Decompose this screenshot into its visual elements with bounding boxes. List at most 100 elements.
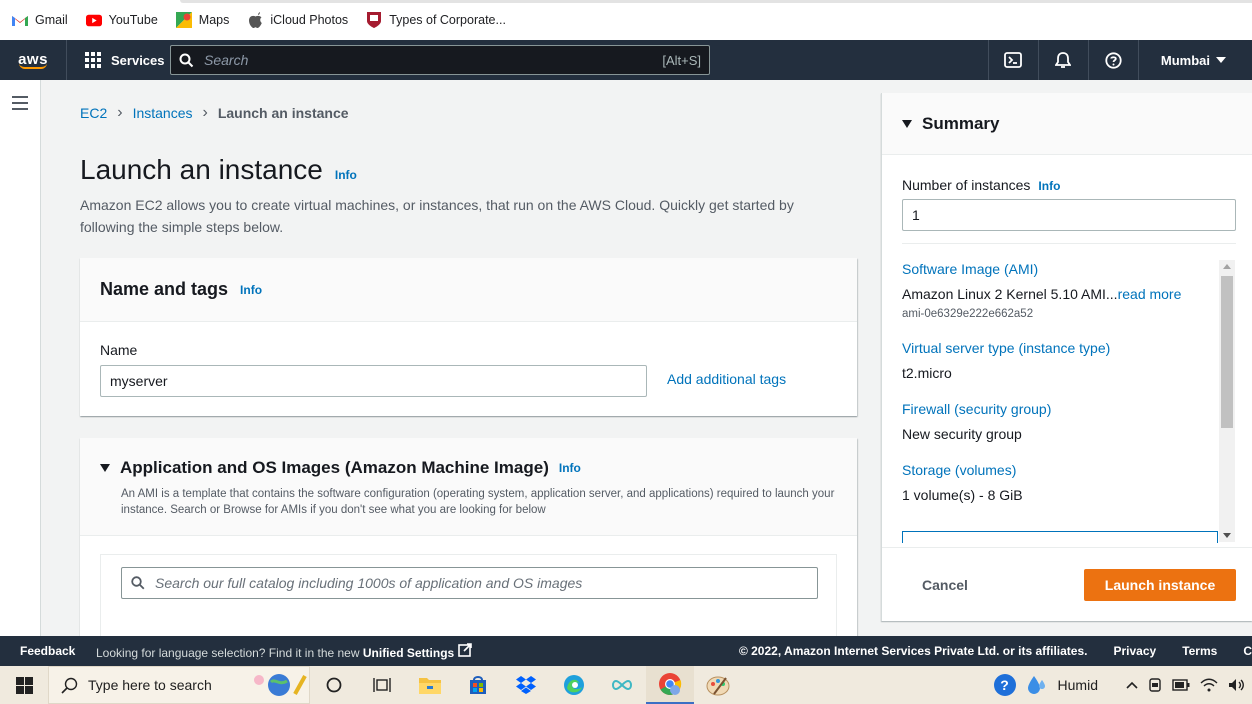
summary-key-storage[interactable]: Storage (volumes) [902, 462, 1220, 478]
aws-smile-icon [19, 63, 47, 69]
name-label: Name [100, 342, 138, 358]
help-tray-icon[interactable]: ? [993, 674, 1016, 696]
unified-settings-link[interactable]: Unified Settings [363, 646, 454, 660]
search-icon [131, 576, 145, 590]
chevron-up-icon[interactable] [1126, 681, 1138, 689]
summary-header[interactable]: Summary [882, 93, 1252, 155]
services-menu-button[interactable]: Services [66, 40, 165, 80]
bookmark-gmail[interactable]: Gmail [12, 12, 68, 28]
name-input[interactable]: myserver [100, 365, 647, 397]
name-and-tags-panel: Name and tags Info Name myserver Add add… [80, 258, 857, 416]
page-info-link[interactable]: Info [335, 168, 357, 182]
name-tags-info-link[interactable]: Info [240, 283, 262, 297]
infinity-app-button[interactable] [598, 666, 646, 704]
battery-icon[interactable] [1172, 679, 1190, 691]
taskbar-search[interactable]: Type here to search [48, 666, 310, 704]
search-highlight-icon [249, 672, 309, 698]
cloudshell-button[interactable] [987, 40, 1038, 80]
cloudshell-icon [1004, 52, 1023, 68]
summary-value-firewall: New security group [902, 426, 1022, 442]
bookmark-label: YouTube [108, 13, 158, 27]
volume-icon[interactable] [1228, 678, 1246, 692]
scroll-down-icon[interactable] [1223, 533, 1231, 538]
ami-info-link[interactable]: Info [559, 461, 581, 475]
summary-list: Software Image (AMI) Amazon Linux 2 Kern… [902, 261, 1220, 523]
ami-name: Amazon Linux 2 Kernel 5.10 AMI... [902, 286, 1118, 302]
region-selector[interactable]: Mumbai [1137, 40, 1252, 80]
bookmark-youtube[interactable]: YouTube [85, 12, 158, 28]
gmail-icon [12, 12, 28, 28]
collapse-caret-icon[interactable] [100, 464, 110, 472]
launch-instance-button[interactable]: Launch instance [1084, 569, 1236, 601]
page-title: Launch an instance [80, 154, 323, 185]
chrome-button[interactable] [646, 666, 694, 704]
number-of-instances-input[interactable]: 1 [902, 199, 1236, 231]
side-navigation-rail [0, 80, 41, 636]
scroll-up-icon[interactable] [1223, 264, 1231, 269]
task-view-icon-button[interactable] [358, 666, 406, 704]
paint-button[interactable] [694, 666, 742, 704]
breadcrumb: EC2 › Instances › Launch an instance [80, 104, 349, 122]
global-search-input[interactable]: Search [Alt+S] [170, 45, 710, 75]
aws-logo[interactable]: aws [0, 40, 66, 80]
summary-item-firewall: Firewall (security group) New security g… [902, 401, 1220, 442]
collapse-caret-icon[interactable] [902, 119, 912, 128]
maps-icon [175, 12, 192, 28]
bookmark-maps[interactable]: Maps [175, 12, 229, 28]
folder-icon [419, 678, 441, 694]
store-button[interactable] [454, 666, 502, 704]
dropbox-button[interactable] [502, 666, 550, 704]
add-additional-tags-link[interactable]: Add additional tags [667, 371, 786, 387]
privacy-link[interactable]: Privacy [1113, 644, 1156, 658]
task-view-button[interactable] [310, 666, 358, 704]
footer-right: © 2022, Amazon Internet Services Private… [739, 644, 1252, 658]
caret-down-icon [1216, 57, 1226, 63]
chevron-right-icon: › [117, 104, 123, 121]
youtube-icon [85, 12, 102, 28]
nav-right-group: Mumbai [987, 40, 1252, 80]
breadcrumb-ec2[interactable]: EC2 [80, 105, 107, 121]
page-header: Launch an instance Info [80, 154, 357, 186]
ami-search-placeholder: Search our full catalog including 1000s … [155, 575, 583, 591]
summary-panel: Summary Number of instances Info 1 Softw… [881, 93, 1252, 621]
console-footer: Feedback Looking for language selection?… [0, 636, 1252, 666]
number-of-instances-label: Number of instances Info [902, 177, 1060, 193]
device-icon[interactable] [1148, 677, 1162, 693]
summary-key-instance-type[interactable]: Virtual server type (instance type) [902, 340, 1220, 356]
terms-link[interactable]: Terms [1182, 644, 1217, 658]
scroll-thumb[interactable] [1221, 276, 1233, 428]
breadcrumb-instances[interactable]: Instances [133, 105, 193, 121]
wifi-icon[interactable] [1200, 678, 1218, 692]
feedback-link[interactable]: Feedback [0, 644, 96, 658]
start-button[interactable] [0, 666, 48, 704]
search-icon [179, 53, 194, 67]
ami-panel: Application and OS Images (Amazon Machin… [80, 438, 857, 654]
taskbar-search-placeholder: Type here to search [88, 677, 212, 693]
summary-item-ami: Software Image (AMI) Amazon Linux 2 Kern… [902, 261, 1220, 320]
region-label: Mumbai [1160, 52, 1210, 68]
cookie-preferences-link[interactable]: C [1243, 644, 1252, 658]
bookmark-icloud[interactable]: iCloud Photos [247, 12, 348, 28]
ami-description: An AMI is a template that contains the s… [121, 488, 835, 516]
summary-key-firewall[interactable]: Firewall (security group) [902, 401, 1220, 417]
weather-label[interactable]: Humid [1058, 677, 1098, 693]
summary-value-storage: 1 volume(s) - 8 GiB [902, 487, 1023, 503]
name-input-value: myserver [110, 373, 168, 389]
notifications-button[interactable] [1037, 40, 1088, 80]
summary-scrollbar[interactable] [1219, 260, 1235, 542]
hamburger-menu-icon[interactable] [12, 96, 28, 114]
edge-button[interactable] [550, 666, 598, 704]
read-more-link[interactable]: read more [1118, 286, 1182, 302]
help-button[interactable] [1087, 40, 1138, 80]
divider [882, 547, 1252, 548]
search-shortcut: [Alt+S] [662, 52, 701, 68]
ami-search-input[interactable]: Search our full catalog including 1000s … [121, 567, 818, 599]
file-explorer-button[interactable] [406, 666, 454, 704]
panel-title: Application and OS Images (Amazon Machin… [120, 458, 549, 477]
bookmark-corporate[interactable]: Types of Corporate... [366, 12, 506, 28]
summary-title: Summary [922, 113, 1000, 133]
instances-info-link[interactable]: Info [1038, 179, 1060, 193]
chrome-icon [659, 673, 682, 695]
summary-key-ami[interactable]: Software Image (AMI) [902, 261, 1220, 277]
cancel-button[interactable]: Cancel [902, 569, 988, 601]
